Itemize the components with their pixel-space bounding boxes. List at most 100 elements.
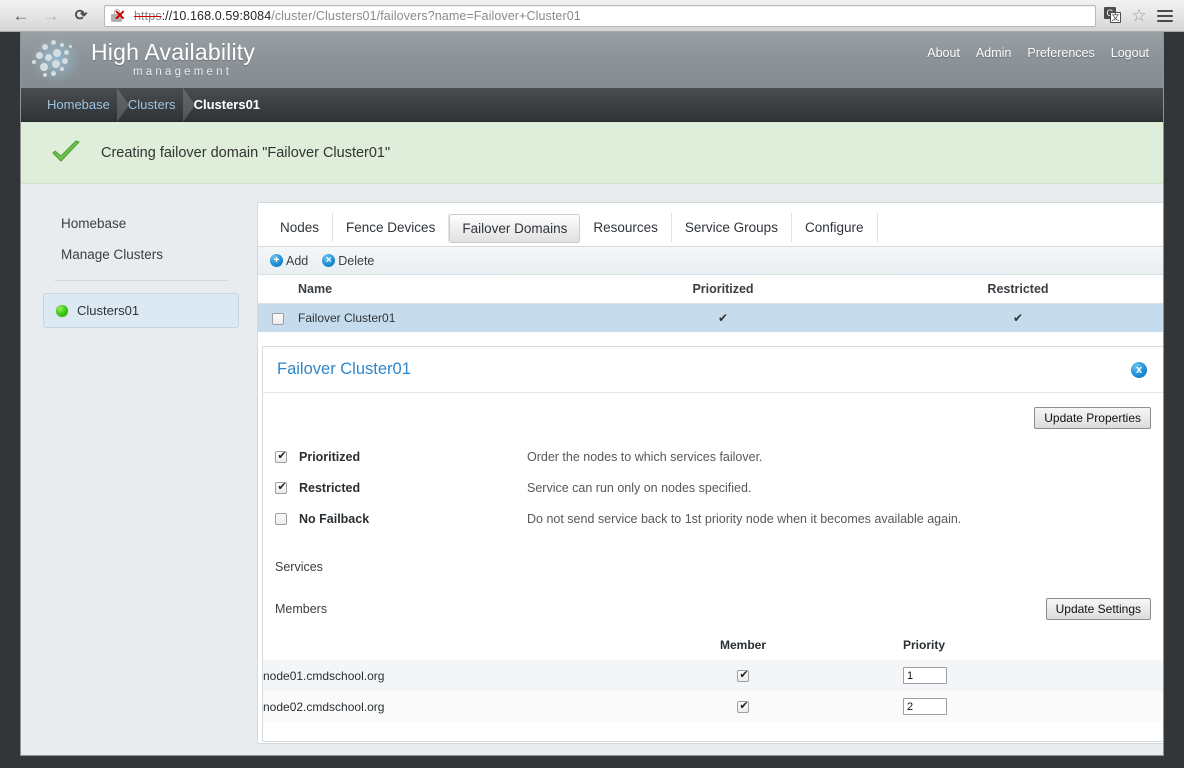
bookmark-star-icon[interactable]: ☆	[1128, 6, 1150, 26]
priority-input[interactable]	[903, 667, 947, 684]
member-priority-cell[interactable]	[903, 691, 1163, 722]
detail-header: Failover Cluster01 x	[263, 347, 1163, 393]
breadcrumb-item-homebase[interactable]: Homebase	[35, 87, 129, 122]
member-checkbox-cell[interactable]	[583, 660, 903, 691]
app-subtitle: management	[133, 66, 233, 79]
failover-domains-table: Name Prioritized Restricted Failover Clu…	[258, 275, 1163, 333]
notice-message: Creating failover domain "Failover Clust…	[101, 144, 391, 161]
header-nav: About Admin Preferences Logout	[927, 46, 1149, 60]
nav-preferences[interactable]: Preferences	[1027, 46, 1094, 60]
tab-service-groups[interactable]: Service Groups	[672, 213, 792, 242]
prioritized-description: Order the nodes to which services failov…	[527, 449, 763, 464]
close-circle-icon: ×	[322, 254, 336, 267]
sidebar-item-homebase[interactable]: Homebase	[39, 208, 243, 239]
nav-admin[interactable]: Admin	[976, 46, 1011, 60]
grid-toolbar: + Add × Delete	[258, 247, 1163, 275]
breadcrumb: Homebase Clusters Clusters01	[21, 87, 1163, 122]
breadcrumb-item-clusters[interactable]: Clusters	[116, 87, 195, 122]
restricted-checkbox[interactable]	[275, 480, 288, 494]
back-arrow-icon[interactable]: ←	[8, 3, 34, 29]
member-row: node01.cmdschool.org	[263, 660, 1163, 691]
translate-icon-target: 文	[1110, 12, 1121, 23]
row-name: Failover Cluster01	[298, 311, 396, 325]
delete-button[interactable]: × Delete	[322, 254, 374, 268]
member-priority-cell[interactable]	[903, 660, 1163, 691]
column-prioritized: Prioritized	[578, 275, 868, 304]
translate-icon[interactable]: G 文	[1104, 7, 1124, 24]
tab-resources[interactable]: Resources	[580, 213, 672, 242]
member-checkbox[interactable]	[737, 668, 750, 683]
members-column-name	[263, 634, 583, 660]
restricted-description: Service can run only on nodes specified.	[527, 480, 752, 495]
row-checkbox-cell[interactable]	[258, 304, 298, 333]
member-row: node02.cmdschool.org	[263, 691, 1163, 722]
lock-warning-x-icon: ✕	[114, 6, 126, 23]
sidebar-item-clusters01[interactable]: Clusters01	[43, 293, 239, 328]
sidebar-cluster-label: Clusters01	[77, 303, 140, 318]
no-failback-checkbox[interactable]	[275, 512, 287, 525]
nav-about[interactable]: About	[927, 46, 960, 60]
breadcrumb-item-clusters01[interactable]: Clusters01	[182, 88, 266, 121]
close-icon[interactable]: x	[1131, 361, 1147, 378]
tab-configure[interactable]: Configure	[792, 213, 878, 242]
address-bar-url: https://10.168.0.59:8084/cluster/Cluster…	[134, 9, 581, 23]
option-no-failback[interactable]: No Failback Do not send service back to …	[263, 503, 1163, 534]
column-select	[258, 275, 298, 304]
option-restricted[interactable]: Restricted Service can run only on nodes…	[263, 472, 1163, 503]
url-path: /cluster/Clusters01/failovers?name=Failo…	[271, 8, 581, 23]
members-column-member: Member	[719, 638, 766, 652]
tab-nodes[interactable]: Nodes	[266, 213, 334, 242]
option-prioritized[interactable]: Prioritized Order the nodes to which ser…	[263, 441, 1163, 472]
content-area: Homebase Manage Clusters Clusters01 Node…	[21, 184, 1163, 744]
green-check-icon	[52, 139, 80, 162]
row-restricted: ✔	[1012, 311, 1024, 325]
column-restricted: Restricted	[868, 275, 1163, 304]
plus-circle-icon: +	[270, 254, 283, 267]
breadcrumb-label: Clusters	[127, 97, 176, 112]
url-host: ://10.168.0.59:8084	[161, 8, 272, 23]
reload-icon[interactable]: ⟳	[68, 3, 94, 29]
member-checkbox[interactable]	[737, 699, 750, 714]
browser-toolbar: ← → ⟳ ✕ https://10.168.0.59:8084/cluster…	[0, 0, 1184, 32]
tab-fence-devices[interactable]: Fence Devices	[333, 213, 450, 242]
row-select-checkbox[interactable]	[272, 312, 284, 325]
update-properties-button[interactable]: Update Properties	[1034, 407, 1151, 429]
breadcrumb-label: Clusters01	[193, 97, 261, 112]
services-label: Services	[275, 560, 323, 574]
table-row[interactable]: Failover Cluster01 ✔ ✔	[258, 303, 1163, 333]
member-name: node01.cmdschool.org	[263, 668, 385, 683]
status-notice: Creating failover domain "Failover Clust…	[21, 122, 1163, 184]
add-button[interactable]: + Add	[270, 254, 308, 268]
forward-arrow-icon[interactable]: →	[38, 3, 64, 29]
priority-input[interactable]	[903, 698, 947, 715]
nav-logout[interactable]: Logout	[1111, 46, 1149, 60]
row-prioritized: ✔	[717, 311, 729, 325]
tab-bar: Nodes Fence Devices Failover Domains Res…	[258, 203, 1163, 247]
app-header: High Availability management About Admin…	[21, 32, 1163, 88]
no-failback-description: Do not send service back to 1st priority…	[527, 511, 962, 526]
detail-title: Failover Cluster01	[277, 360, 411, 378]
column-name: Name	[298, 275, 578, 304]
update-settings-button[interactable]: Update Settings	[1045, 598, 1151, 620]
address-bar[interactable]: ✕ https://10.168.0.59:8084/cluster/Clust…	[104, 4, 1096, 27]
restricted-label: Restricted	[299, 480, 361, 495]
dot-cluster-logo-icon	[29, 36, 83, 84]
url-scheme: https	[134, 8, 162, 23]
table-header-row: Name Prioritized Restricted	[258, 275, 1163, 304]
tab-failover-domains[interactable]: Failover Domains	[449, 214, 581, 243]
delete-button-label: Delete	[338, 253, 375, 268]
sidebar-item-manage-clusters[interactable]: Manage Clusters	[39, 239, 243, 270]
update-properties-row: Update Properties	[263, 393, 1163, 429]
hamburger-menu-icon[interactable]	[1154, 7, 1176, 25]
members-label: Members	[275, 602, 328, 616]
member-checkbox-cell[interactable]	[583, 691, 903, 722]
app-title: High Availability	[91, 39, 256, 66]
prioritized-checkbox[interactable]	[275, 449, 288, 463]
members-header-row: Members Update Settings	[263, 574, 1163, 620]
app-frame: High Availability management About Admin…	[20, 32, 1164, 756]
members-header: Member Priority	[263, 634, 1163, 660]
members-table: Member Priority node01.cmdschool.org 1 n…	[263, 634, 1163, 722]
no-failback-label: No Failback	[299, 511, 370, 526]
breadcrumb-label: Homebase	[47, 97, 110, 112]
sidebar-divider	[55, 280, 227, 281]
